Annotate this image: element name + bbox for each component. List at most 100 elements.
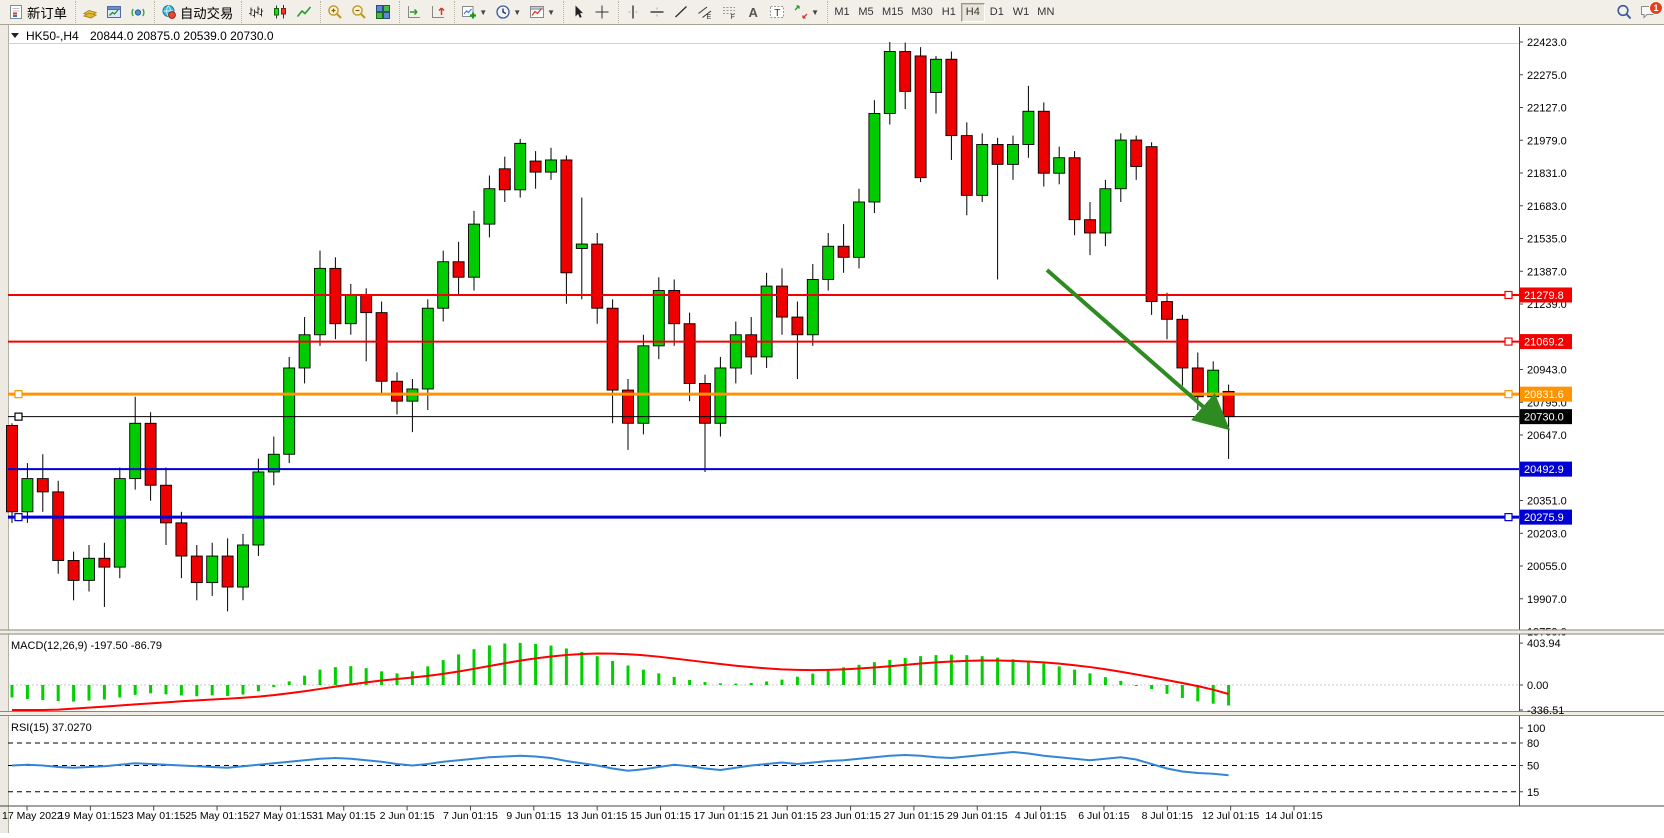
gold-coins-button[interactable] [78,2,102,22]
bear-candle[interactable] [361,295,372,313]
text-button[interactable]: A [741,2,765,22]
bear-candle[interactable] [222,556,233,587]
timeframe-h1[interactable]: H1 [937,3,961,22]
bear-candle[interactable] [992,144,1003,164]
timeframe-w1[interactable]: W1 [1009,3,1034,22]
bull-candle[interactable] [1100,189,1111,233]
tile-windows-button[interactable] [371,2,395,22]
bull-candle[interactable] [345,295,356,324]
timeframe-mn[interactable]: MN [1033,3,1058,22]
chevron-down-icon[interactable]: ▼ [547,8,555,17]
line-chart-button[interactable] [292,2,316,22]
timeframe-m5[interactable]: M5 [854,3,878,22]
bull-candle[interactable] [515,143,526,189]
bull-candle[interactable] [84,558,95,580]
bull-candle[interactable] [207,556,218,583]
line-handle[interactable] [15,413,22,420]
bear-candle[interactable] [191,556,202,583]
bull-candle[interactable] [638,346,649,423]
bear-candle[interactable] [68,560,79,580]
timeframe-d1[interactable]: D1 [985,3,1009,22]
bear-candle[interactable] [145,423,156,485]
bear-candle[interactable] [1192,368,1203,397]
bull-candle[interactable] [238,545,249,587]
timeframe-m30[interactable]: M30 [907,3,936,22]
bull-candle[interactable] [823,246,834,279]
signal-ring-button[interactable] [126,2,150,22]
bull-candle[interactable] [484,189,495,224]
bear-candle[interactable] [392,381,403,401]
bear-candle[interactable] [499,169,510,190]
bear-candle[interactable] [176,523,187,556]
bear-candle[interactable] [838,246,849,257]
bull-candle[interactable] [869,113,880,202]
text-label-button[interactable]: T [765,2,789,22]
chat-button[interactable]: 1 [1636,2,1660,22]
bull-candle[interactable] [130,423,141,478]
candle-chart-button[interactable] [268,2,292,22]
bar-chart-button[interactable] [244,2,268,22]
timeframe-m1[interactable]: M1 [830,3,854,22]
new-order-button[interactable]: 新订单 [4,2,71,22]
search-button[interactable] [1612,2,1636,22]
bear-candle[interactable] [961,136,972,196]
bull-candle[interactable] [422,308,433,389]
bull-candle[interactable] [730,335,741,368]
line-handle[interactable] [15,514,22,521]
bull-candle[interactable] [854,202,865,257]
fibonacci-button[interactable]: F [717,2,741,22]
bull-candle[interactable] [1054,158,1065,173]
zoom-out-button[interactable] [347,2,371,22]
timeframe-m15[interactable]: M15 [878,3,907,22]
cursor-button[interactable] [566,2,590,22]
crosshair-button[interactable] [590,2,614,22]
bear-candle[interactable] [1162,302,1173,320]
bull-candle[interactable] [284,368,295,454]
bear-candle[interactable] [946,59,957,135]
bull-candle[interactable] [1008,144,1019,164]
bear-candle[interactable] [561,160,572,273]
bull-candle[interactable] [1115,140,1126,189]
equidistant-channel-button[interactable]: E [693,2,717,22]
line-handle[interactable] [1505,514,1512,521]
chart-canvas[interactable]: 22423.022275.022127.021979.021831.021683… [0,25,1664,833]
bear-candle[interactable] [53,492,64,561]
bear-candle[interactable] [607,308,618,390]
bear-candle[interactable] [37,479,48,492]
bull-candle[interactable] [977,144,988,195]
auto-trading-globe-button[interactable]: 自动交易 [157,2,237,22]
bear-candle[interactable] [792,317,803,335]
bull-candle[interactable] [576,244,587,248]
arrow-shapes-button[interactable]: ▼ [789,2,823,22]
zoom-in-button[interactable] [323,2,347,22]
vertical-line-button[interactable] [621,2,645,22]
bear-candle[interactable] [1131,140,1142,167]
bear-candle[interactable] [1146,147,1157,302]
line-handle[interactable] [1505,391,1512,398]
bull-candle[interactable] [807,279,818,334]
bear-candle[interactable] [900,52,911,92]
bear-candle[interactable] [330,268,341,323]
bear-candle[interactable] [684,324,695,384]
bear-candle[interactable] [1069,158,1080,220]
trend-line-button[interactable] [669,2,693,22]
chevron-down-icon[interactable]: ▼ [479,8,487,17]
bear-candle[interactable] [1085,220,1096,233]
bear-candle[interactable] [99,558,110,567]
horizontal-line-button[interactable] [645,2,669,22]
bull-candle[interactable] [653,291,664,346]
line-handle[interactable] [1505,291,1512,298]
bear-candle[interactable] [777,286,788,317]
bull-candle[interactable] [22,479,33,512]
data-window-button[interactable] [102,2,126,22]
bull-candle[interactable] [1023,111,1034,144]
bear-candle[interactable] [376,313,387,382]
bear-candle[interactable] [453,262,464,277]
bear-candle[interactable] [700,383,711,423]
bear-candle[interactable] [530,161,541,172]
periods-clock-button[interactable]: ▼ [491,2,525,22]
bear-candle[interactable] [746,335,757,357]
bull-candle[interactable] [299,335,310,368]
bear-candle[interactable] [915,56,926,178]
bear-candle[interactable] [1038,111,1049,173]
